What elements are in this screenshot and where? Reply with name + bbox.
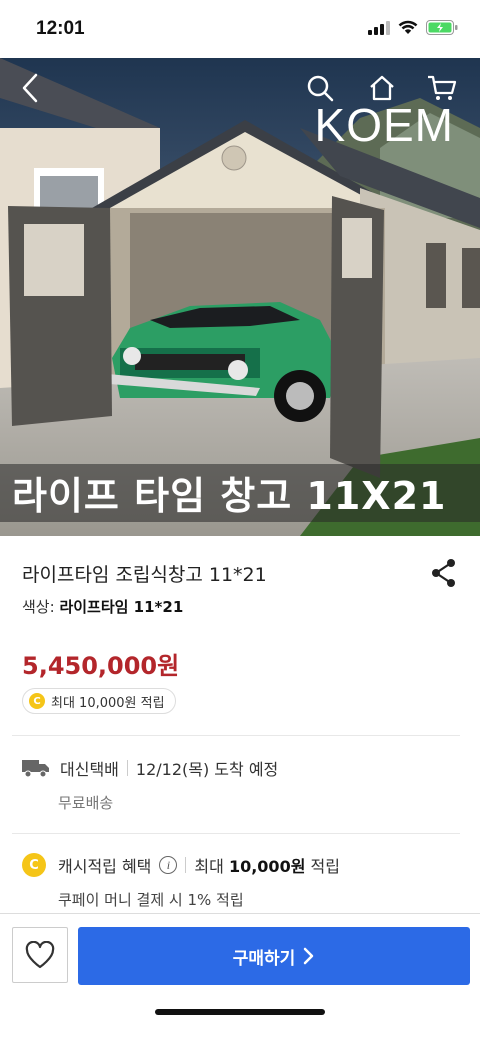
cashback-max-prefix: 최대 xyxy=(194,857,224,876)
share-icon xyxy=(432,559,455,587)
home-indicator xyxy=(155,1009,325,1015)
back-arrow-icon xyxy=(22,73,38,103)
price: 5,450,000원 xyxy=(22,652,180,680)
cart-button[interactable] xyxy=(424,70,460,106)
arrival-date: 12/12(목) 도착 예정 xyxy=(135,760,279,779)
status-time: 12:01 xyxy=(36,18,85,39)
chevron-right-icon xyxy=(304,947,314,965)
option-value: 라이프타임 11*21 xyxy=(59,598,184,616)
divider xyxy=(12,735,460,736)
brand-logo: KOEM xyxy=(314,99,454,151)
cashback-max-suffix: 적립 xyxy=(310,857,340,876)
back-button[interactable] xyxy=(12,70,48,106)
search-icon xyxy=(307,75,334,102)
product-title: 라이프타임 조립식창고 11*21 xyxy=(22,564,267,586)
reward-badge: C 최대 10,000원 적립 xyxy=(22,688,176,714)
status-icons xyxy=(368,20,458,35)
heart-icon xyxy=(25,941,55,969)
product-hero-image: 라이프 타임 창고 11X21 KOEM xyxy=(0,58,480,536)
info-icon[interactable]: i xyxy=(159,856,178,874)
reward-text: 최대 10,000원 적립 xyxy=(51,695,165,711)
coin-icon: C xyxy=(29,693,45,709)
cart-icon xyxy=(428,75,457,100)
option-label: 색상: xyxy=(22,598,55,616)
carrier-name: 대신택배 xyxy=(60,760,119,779)
shipping-row: 대신택배 12/12(목) 도착 예정 xyxy=(22,756,278,780)
cashback-row: C 캐시적립 혜택 i 최대 10,000원 적립 xyxy=(22,853,340,877)
kpay-note: 쿠페이 머니 결제 시 1% 적립 xyxy=(58,891,244,909)
cashback-label: 캐시적립 혜택 xyxy=(58,857,152,876)
cash-coin-icon: C xyxy=(22,853,46,877)
separator xyxy=(126,760,128,776)
status-bar: 12:01 xyxy=(0,0,480,58)
truck-icon xyxy=(22,760,49,778)
share-button[interactable] xyxy=(430,558,458,588)
hero-caption: 라이프 타임 창고 11X21 xyxy=(12,474,447,518)
separator xyxy=(185,857,187,873)
buy-button[interactable]: 구매하기 xyxy=(78,927,470,985)
bottom-bar: 구매하기 xyxy=(0,913,480,1039)
divider xyxy=(12,833,460,834)
battery-icon xyxy=(426,20,458,35)
home-button[interactable] xyxy=(364,70,400,106)
buy-label: 구매하기 xyxy=(232,948,296,968)
cashback-max-amount: 10,000원 xyxy=(228,857,306,876)
wishlist-button[interactable] xyxy=(12,927,68,983)
wifi-icon xyxy=(398,20,418,34)
signal-icon xyxy=(368,20,390,35)
search-button[interactable] xyxy=(302,70,338,106)
option-row: 색상: 라이프타임 11*21 xyxy=(22,596,183,617)
home-icon xyxy=(370,75,394,101)
shipping-fee: 무료배송 xyxy=(58,794,114,812)
